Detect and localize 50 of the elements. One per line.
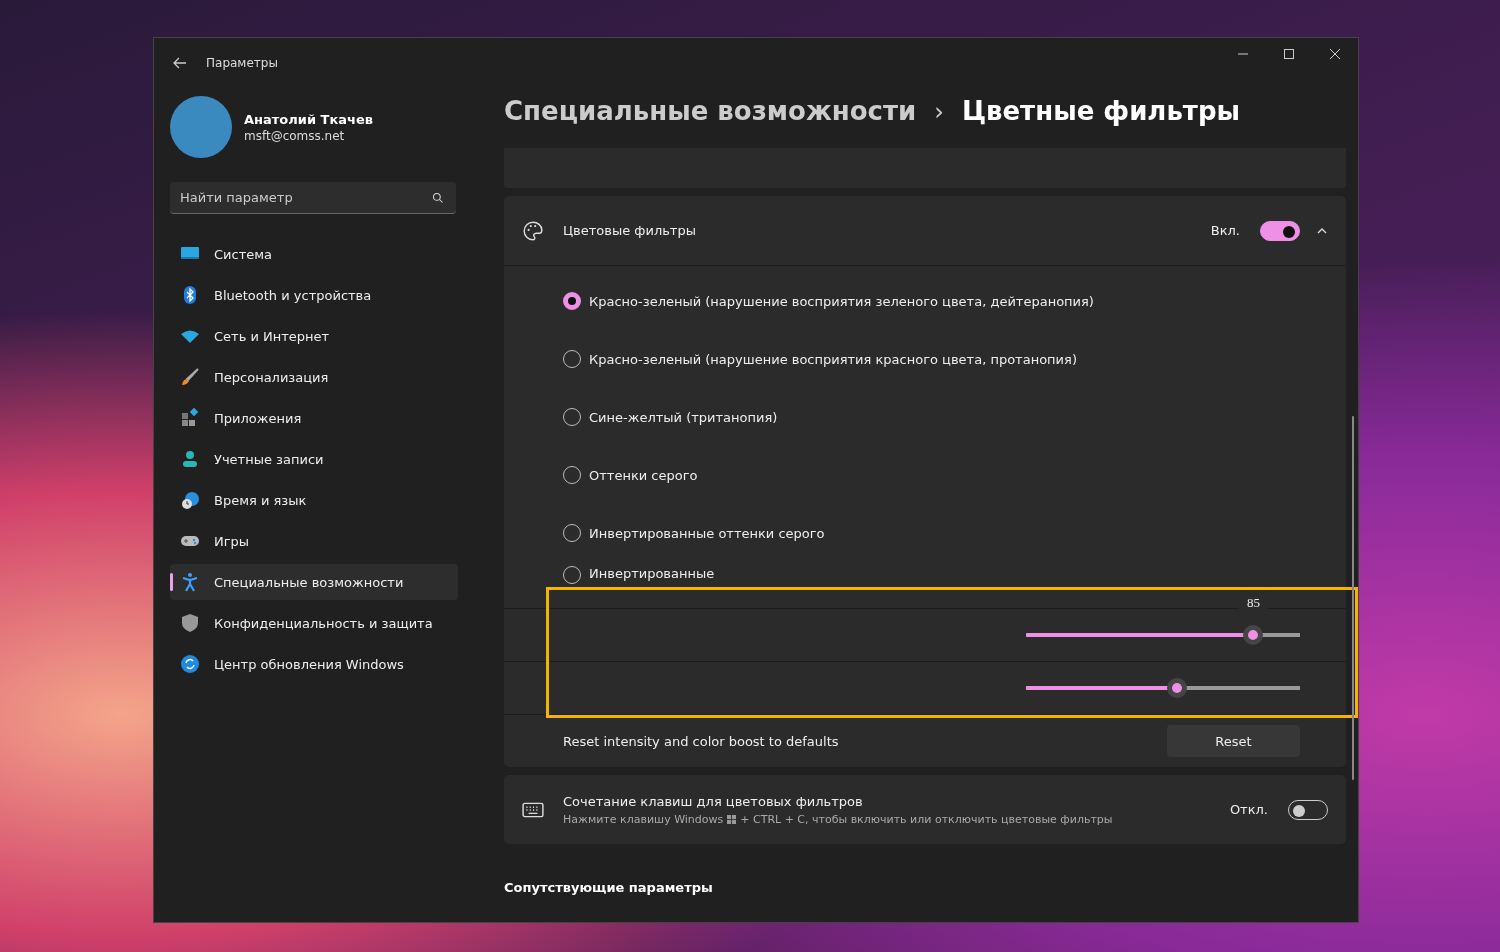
scrollbar[interactable]: [1352, 416, 1354, 780]
back-arrow-icon[interactable]: [172, 55, 188, 71]
person-icon: [180, 449, 200, 469]
window-title: Параметры: [206, 56, 278, 70]
radio-label: Красно-зеленый (нарушение восприятия зеленого цвета, дейтеранопия): [589, 293, 1094, 309]
slider-thumb[interactable]: [1166, 678, 1187, 698]
nav-item[interactable]: Система: [170, 236, 458, 272]
breadcrumb-link[interactable]: Специальные возможности: [504, 96, 917, 126]
setting-title: Сочетание клавиш для цветовых фильтров: [563, 793, 864, 809]
profile-email: msft@comss.net: [244, 128, 346, 143]
nav-item[interactable]: Конфиденциальность и защита: [170, 605, 458, 641]
radio-label: Сине-желтый (тританопия): [589, 409, 778, 425]
radio-label: Оттенки серого: [589, 467, 698, 483]
toggle-state-label: Вкл.: [1210, 223, 1240, 238]
reset-button[interactable]: Reset: [1167, 725, 1300, 757]
setting-description: Нажмите клавишу Windows: [563, 812, 724, 826]
nav-item[interactable]: Время и язык: [170, 482, 458, 518]
brush-icon: [180, 367, 200, 387]
slider-thumb[interactable]: [1243, 625, 1264, 645]
nav-item[interactable]: Персонализация: [170, 359, 458, 395]
page-title: Цветные фильтры: [961, 96, 1241, 126]
search-field[interactable]: Найти параметр: [170, 182, 456, 214]
shield-icon: [180, 613, 200, 633]
selection-indicator: [170, 573, 173, 591]
toggle-switch[interactable]: [1260, 220, 1300, 241]
nav-item[interactable]: Специальные возможности: [170, 564, 458, 600]
reset-label: Reset intensity and color boost to defaults: [563, 733, 839, 749]
accessibility-icon: [180, 572, 200, 592]
radio-label: Инвертированные оттенки серого: [589, 525, 825, 541]
search-icon: [432, 192, 444, 204]
nav-item[interactable]: Учетные записи: [170, 441, 458, 477]
refresh-icon: [180, 654, 200, 674]
nav-item[interactable]: Приложения: [170, 400, 458, 436]
profile-name: Анатолий Ткачев: [244, 111, 373, 127]
palette-icon: [522, 219, 544, 242]
apps-icon: [180, 408, 200, 428]
breadcrumb-separator: ›: [934, 98, 944, 126]
radio-label: Инвертированные: [589, 566, 715, 581]
toggle-state-label: Откл.: [1229, 802, 1268, 817]
nav-item[interactable]: Центр обновления Windows: [170, 646, 458, 682]
setting-description: + CTRL + C, чтобы включить или отключить цветовые фильтры: [740, 812, 1113, 826]
section-heading: Сопутствующие параметры: [504, 880, 714, 895]
setting-title: Цветовые фильтры: [563, 223, 697, 238]
radio-button[interactable]: [563, 292, 581, 310]
windows-logo-icon: [727, 814, 737, 824]
radio-label: Красно-зеленый (нарушение восприятия красного цвета, протанопия): [589, 351, 1077, 367]
nav-item[interactable]: Bluetooth и устройства: [170, 277, 458, 313]
globe-clock-icon: [180, 490, 200, 510]
nav-item[interactable]: Игры: [170, 523, 458, 559]
nav-item[interactable]: Сеть и Интернет: [170, 318, 458, 354]
